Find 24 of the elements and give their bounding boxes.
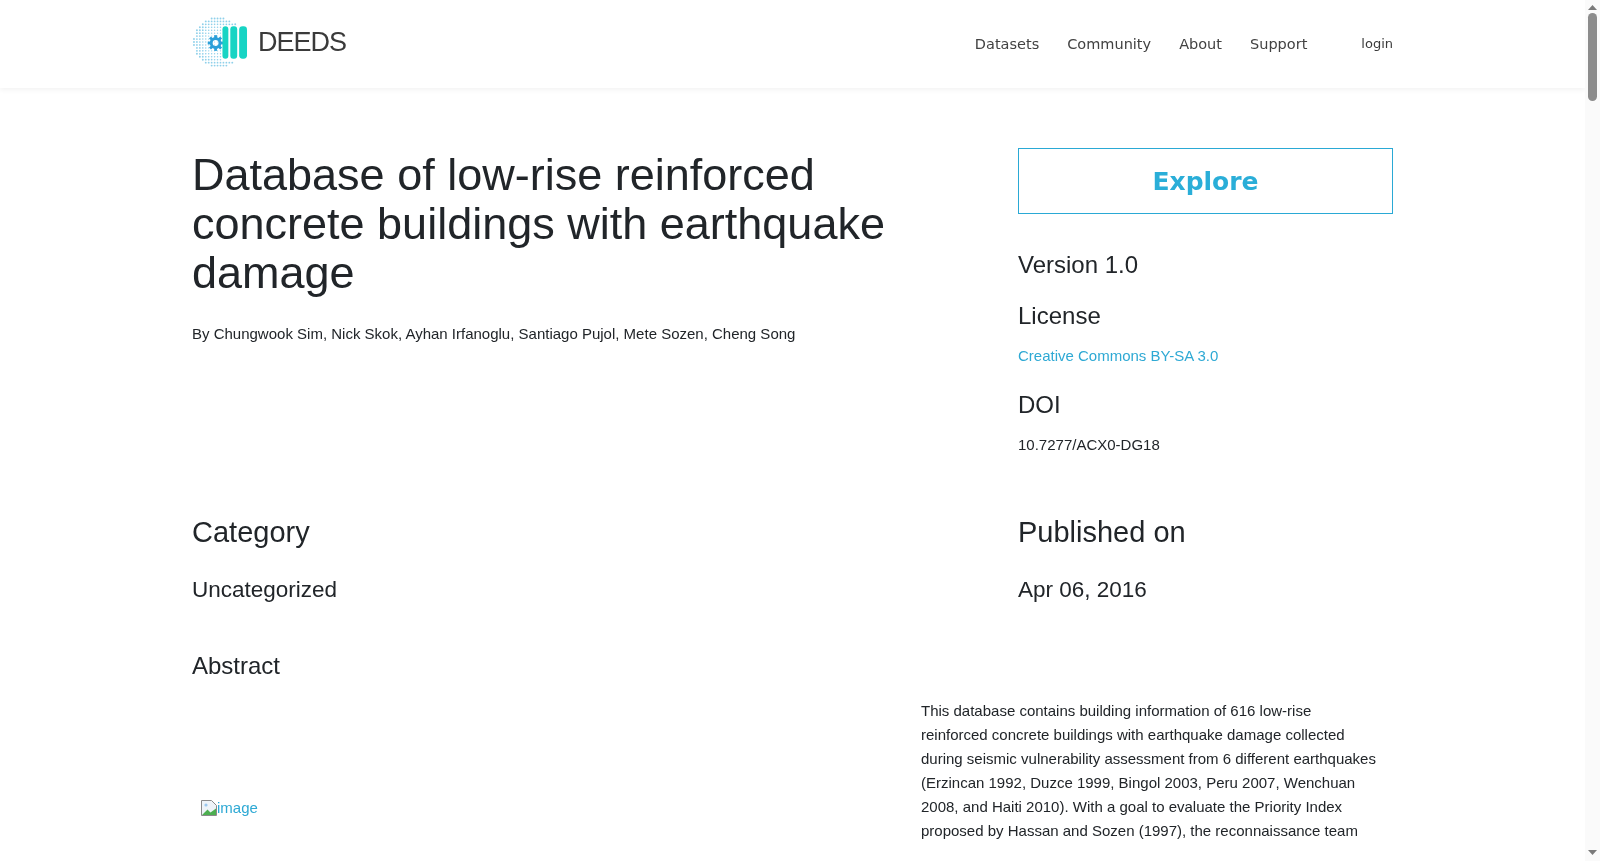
- nav-link[interactable]: Datasets: [974, 34, 1040, 54]
- doi-heading: DOI: [1018, 391, 1062, 419]
- login-link[interactable]: login: [1361, 35, 1393, 53]
- published-heading: Published on: [1018, 515, 1186, 550]
- brand-name[interactable]: DEEDS: [258, 26, 347, 58]
- license-heading: License: [1018, 302, 1102, 330]
- scrollbar-thumb[interactable]: [1588, 13, 1597, 101]
- nav-link[interactable]: Community: [1067, 34, 1152, 54]
- dataset-title: Database of low-rise reinforced concrete buildings with earthquake damage: [192, 150, 886, 297]
- logo-icon[interactable]: [192, 15, 248, 69]
- nav-link[interactable]: Support: [1250, 34, 1308, 54]
- broken-image-icon: [201, 800, 217, 816]
- abstract-text: This database contains building information of 616 low-rise reinforced concrete buildings with earthquake damage collected during seismic vulnerability assessment from 6 different earthquakes (Erzincan 1992, Duzce 1999, Bingol 2003, Peru 2007, Wenchuan 2008, and Haiti 2010). With a goal to evaluate the Priority Index proposed by Hassan and Sozen (1997), the reconnaissance team: [921, 701, 1377, 841]
- category-value: Uncategorized: [192, 576, 338, 603]
- scrollbar[interactable]: [1585, 0, 1600, 861]
- authors-line: By Chungwook Sim, Nick Skok, Ayhan Irfanoglu, Santiago Pujol, Mete Sozen, Cheng Song: [192, 324, 796, 344]
- category-heading: Category: [192, 515, 310, 550]
- version-heading: Version 1.0: [1018, 251, 1140, 279]
- scroll-up-icon[interactable]: [1588, 5, 1597, 10]
- nav-link[interactable]: About: [1179, 34, 1222, 54]
- doi-value: 10.7277/ACX0-DG18: [1018, 435, 1161, 455]
- published-date: Apr 06, 2016: [1018, 576, 1147, 603]
- scroll-down-icon[interactable]: [1588, 850, 1597, 855]
- abstract-heading: Abstract: [192, 651, 281, 680]
